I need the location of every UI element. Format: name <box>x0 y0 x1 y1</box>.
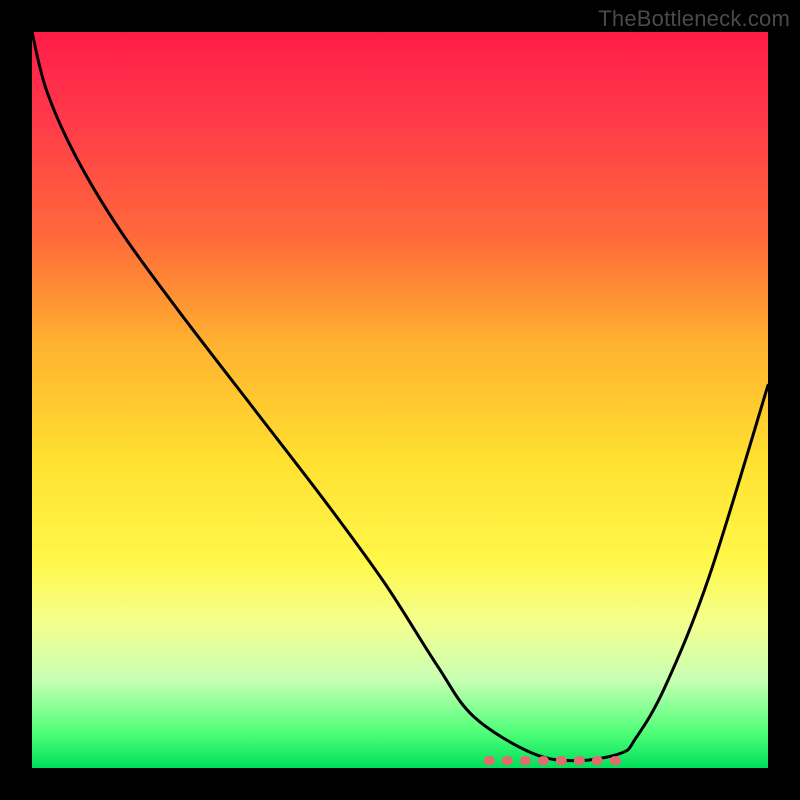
chart-svg <box>32 32 768 768</box>
chart-area <box>32 32 768 768</box>
watermark-text: TheBottleneck.com <box>598 6 790 32</box>
bottleneck-curve <box>32 32 768 761</box>
